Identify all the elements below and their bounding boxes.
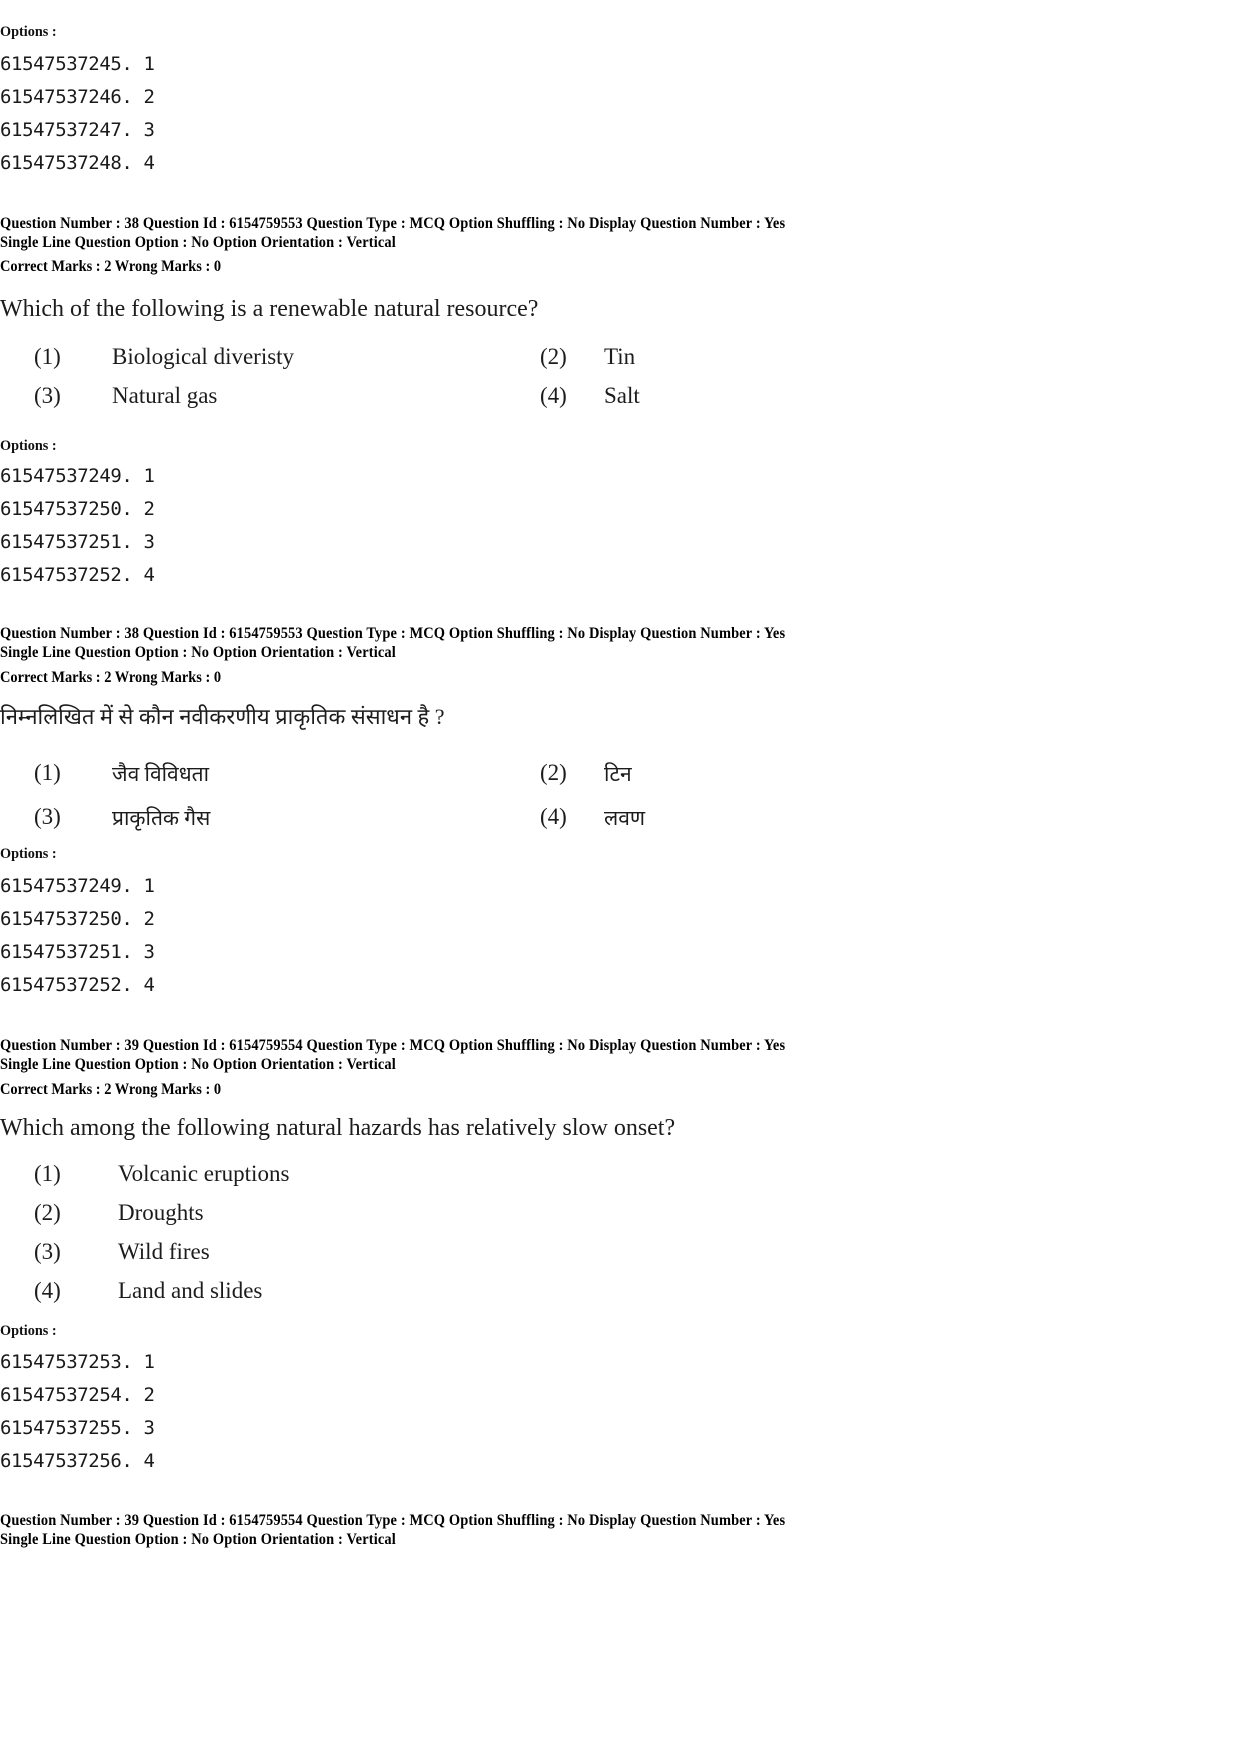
choice-number: (3) [34, 1239, 61, 1264]
options-label-text: Options : [0, 846, 57, 862]
question-38-en-marks: Correct Marks : 2 Wrong Marks : 0 [0, 257, 1240, 276]
option-id-row: 61547537252. 4 [0, 974, 155, 996]
choice-number: (2) [34, 1200, 61, 1225]
choice-text: Natural gas [112, 383, 218, 408]
option-id-row: 61547537250. 2 [0, 908, 155, 930]
question-38-hi-marks: Correct Marks : 2 Wrong Marks : 0 [0, 668, 1240, 687]
metadata-line-2: Single Line Question Option : No Option … [0, 1056, 396, 1073]
question-39-en-option-id-list: 61547537253. 1 61547537254. 2 6154753725… [0, 1346, 1240, 1478]
question-39-en-choice-row-3: (3) Wild fires [0, 1239, 1240, 1278]
option-id-row: 61547537253. 1 [0, 1351, 155, 1373]
option-id-row: 61547537251. 3 [0, 531, 155, 553]
option-id-row: 61547537252. 4 [0, 564, 155, 586]
choice-text: Volcanic eruptions [118, 1161, 290, 1186]
question-39-en-choice-row-1: (1) Volcanic eruptions [0, 1161, 1240, 1200]
metadata-line-1: Question Number : 39 Question Id : 61547… [0, 1037, 786, 1054]
choice-text: Land and slides [118, 1278, 263, 1303]
choice-number: (1) [34, 344, 61, 369]
choice-number: (4) [540, 804, 567, 829]
choice-number: (3) [34, 804, 61, 829]
metadata-line-2: Single Line Question Option : No Option … [0, 1531, 396, 1548]
question-38-en-stem: Which of the following is a renewable na… [0, 294, 1240, 324]
marks-line: Correct Marks : 2 Wrong Marks : 0 [0, 669, 222, 686]
question-39-en-choice-row-4: (4) Land and slides [0, 1278, 1240, 1317]
choice-number: (4) [540, 383, 567, 408]
question-38-hi-choice-row-2: (3) प्राकृतिक गैस (4) लवण [0, 804, 1240, 843]
question-38-hi-options-label: Options : [0, 846, 1240, 863]
question-38-hi-metadata: Question Number : 38 Question Id : 61547… [0, 624, 1240, 662]
question-39-en-metadata: Question Number : 39 Question Id : 61547… [0, 1036, 1240, 1074]
question-38-hi-choice-row-1: (1) जैव विविधता (2) टिन [0, 760, 1240, 799]
option-id-row: 61547537255. 3 [0, 1417, 155, 1439]
question-39-en-options-label: Options : [0, 1323, 1240, 1340]
metadata-line-2: Single Line Question Option : No Option … [0, 644, 396, 661]
choice-text: प्राकृतिक गैस [112, 806, 211, 830]
metadata-line-1: Question Number : 38 Question Id : 61547… [0, 625, 786, 642]
option-id-row: 61547537247. 3 [0, 119, 155, 141]
question-38-en-metadata: Question Number : 38 Question Id : 61547… [0, 214, 1240, 252]
options-label-text: Options : [0, 24, 57, 40]
choice-text: Droughts [118, 1200, 204, 1225]
options-label-text: Options : [0, 1323, 57, 1339]
choice-text: टिन [604, 762, 632, 786]
option-id-row: 61547537251. 3 [0, 941, 155, 963]
choice-number: (3) [34, 383, 61, 408]
options-label-top: Options : [0, 24, 1240, 41]
question-stem-text: Which among the following natural hazard… [0, 1115, 676, 1141]
choice-text: Wild fires [118, 1239, 210, 1264]
choice-text: Tin [604, 344, 636, 369]
option-id-row: 61547537249. 1 [0, 465, 155, 487]
option-id-row: 61547537250. 2 [0, 498, 155, 520]
question-38-hi-stem: निम्नलिखित में से कौन नवीकरणीय प्राकृतिक… [0, 702, 1240, 732]
choice-number: (2) [540, 344, 567, 369]
document-page: Options : 61547537245. 1 61547537246. 2 … [0, 0, 1240, 1754]
question-38-en-option-id-list: 61547537249. 1 61547537250. 2 6154753725… [0, 460, 1240, 592]
choice-text: Biological diveristy [112, 344, 295, 369]
option-id-row: 61547537248. 4 [0, 152, 155, 174]
option-id-row: 61547537249. 1 [0, 875, 155, 897]
options-label-text: Options : [0, 438, 57, 454]
question-39-en-choice-row-2: (2) Droughts [0, 1200, 1240, 1239]
marks-line: Correct Marks : 2 Wrong Marks : 0 [0, 258, 222, 275]
choice-number: (1) [34, 1161, 61, 1186]
metadata-line-1: Question Number : 39 Question Id : 61547… [0, 1512, 786, 1529]
choice-text: जैव विविधता [112, 762, 210, 786]
option-id-row: 61547537256. 4 [0, 1450, 155, 1472]
question-38-en-choice-row-1: (1) Biological diveristy (2) Tin [0, 344, 1240, 383]
question-38-en-choice-row-2: (3) Natural gas (4) Salt [0, 383, 1240, 422]
choice-text: Salt [604, 383, 640, 408]
choice-number: (1) [34, 760, 61, 785]
question-39-hi-metadata: Question Number : 39 Question Id : 61547… [0, 1511, 1240, 1549]
choice-text: लवण [604, 806, 646, 830]
question-stem-text: Which of the following is a renewable na… [0, 296, 539, 322]
question-38-en-options-label: Options : [0, 438, 1240, 455]
choice-number: (2) [540, 760, 567, 785]
choice-number: (4) [34, 1278, 61, 1303]
option-id-row: 61547537254. 2 [0, 1384, 155, 1406]
metadata-line-1: Question Number : 38 Question Id : 61547… [0, 215, 786, 232]
option-id-row: 61547537246. 2 [0, 86, 155, 108]
option-id-row: 61547537245. 1 [0, 53, 155, 75]
question-39-en-stem: Which among the following natural hazard… [0, 1113, 1240, 1143]
option-id-list-top: 61547537245. 1 61547537246. 2 6154753724… [0, 48, 1240, 180]
question-38-hi-option-id-list: 61547537249. 1 61547537250. 2 6154753725… [0, 870, 1240, 1002]
marks-line: Correct Marks : 2 Wrong Marks : 0 [0, 1081, 222, 1098]
question-stem-text: निम्नलिखित में से कौन नवीकरणीय प्राकृतिक… [0, 704, 445, 729]
metadata-line-2: Single Line Question Option : No Option … [0, 234, 396, 251]
question-39-en-marks: Correct Marks : 2 Wrong Marks : 0 [0, 1080, 1240, 1099]
